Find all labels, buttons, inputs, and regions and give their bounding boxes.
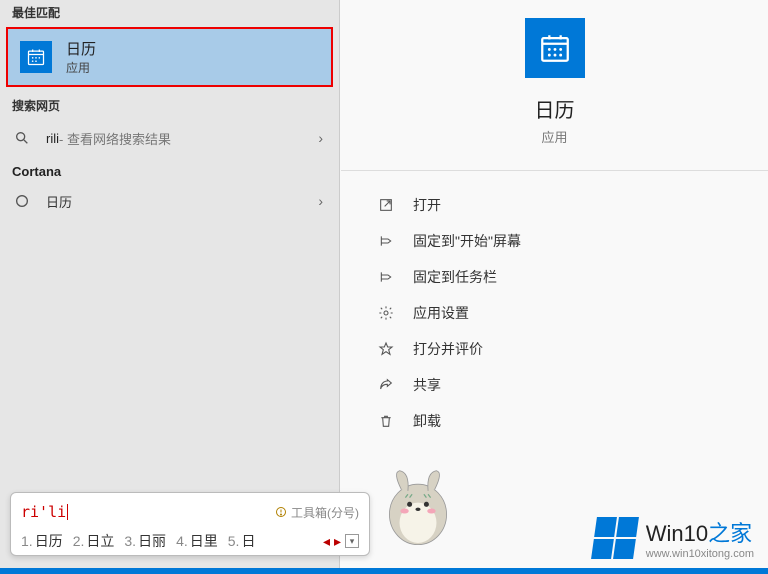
watermark-url: www.win10xitong.com: [646, 548, 754, 560]
action-pin-taskbar[interactable]: 固定到任务栏: [375, 259, 758, 295]
ime-candidate[interactable]: 4.日里: [176, 531, 218, 551]
web-search-header: 搜索网页: [0, 93, 339, 118]
web-search-item[interactable]: rili - 查看网络搜索结果 ›: [0, 118, 339, 158]
action-label: 卸载: [413, 411, 441, 431]
ime-candidate[interactable]: 2.日立: [73, 531, 115, 551]
ime-cursor: [67, 504, 68, 520]
cortana-header: Cortana: [0, 158, 339, 181]
action-label: 打开: [413, 195, 441, 215]
taskbar-edge: [0, 568, 768, 574]
chevron-right-icon: ›: [318, 130, 323, 146]
watermark-brand-a: Win10: [646, 521, 708, 546]
share-icon: [375, 377, 397, 393]
action-label: 固定到任务栏: [413, 267, 497, 287]
ime-next-icon[interactable]: ▸: [334, 533, 341, 550]
action-label: 打分并评价: [413, 339, 483, 359]
action-uninstall[interactable]: 卸载: [375, 403, 758, 439]
ime-prev-icon[interactable]: ◂: [323, 533, 330, 550]
ime-candidate[interactable]: 5.日: [228, 531, 256, 551]
action-pin-start[interactable]: 固定到"开始"屏幕: [375, 223, 758, 259]
ime-candidates: 1.日历 2.日立 3.日丽 4.日里 5.日 ◂ ▸ ▾: [21, 531, 359, 551]
best-match-item[interactable]: 日历 应用: [6, 27, 333, 87]
search-icon: [12, 130, 32, 146]
pin-icon: [375, 269, 397, 285]
action-label: 共享: [413, 375, 441, 395]
cortana-icon: [12, 193, 32, 209]
ime-candidate[interactable]: 3.日丽: [124, 531, 166, 551]
pin-icon: [375, 233, 397, 249]
best-match-text: 日历 应用: [66, 38, 96, 76]
best-match-title: 日历: [66, 38, 96, 59]
best-match-header: 最佳匹配: [0, 0, 339, 25]
web-search-query: rili: [46, 131, 59, 146]
best-match-subtitle: 应用: [66, 59, 96, 76]
cortana-item-label: 日历: [46, 192, 72, 211]
mascot-image: [376, 464, 460, 544]
ime-candidate[interactable]: 1.日历: [21, 531, 63, 551]
calendar-icon: [20, 41, 52, 73]
cortana-item[interactable]: 日历 ›: [0, 181, 339, 221]
windows-logo-icon: [591, 517, 639, 559]
app-hero: 日历 应用: [341, 0, 768, 171]
watermark: Win10之家 www.win10xitong.com: [594, 516, 754, 560]
ime-dropdown-icon[interactable]: ▾: [345, 534, 359, 548]
watermark-brand-b: 之家: [708, 521, 752, 546]
ime-toolbox[interactable]: 工具箱(分号): [275, 504, 359, 521]
action-label: 应用设置: [413, 303, 469, 323]
ime-candidate-bar: ri'li 工具箱(分号) 1.日历 2.日立 3.日丽 4.日里 5.日 ◂ …: [10, 492, 370, 556]
calendar-icon: [525, 18, 585, 78]
gear-icon: [375, 305, 397, 321]
actions-list: 打开 固定到"开始"屏幕 固定到任务栏 应用设置 打分并评价 共享 卸载: [341, 171, 768, 439]
web-search-hint: - 查看网络搜索结果: [59, 129, 171, 148]
app-title: 日历: [535, 94, 575, 123]
action-settings[interactable]: 应用设置: [375, 295, 758, 331]
action-label: 固定到"开始"屏幕: [413, 231, 521, 251]
action-rate[interactable]: 打分并评价: [375, 331, 758, 367]
open-icon: [375, 197, 397, 213]
search-results-panel: 最佳匹配 日历 应用 搜索网页 rili - 查看网络搜索结果 › Cortan…: [0, 0, 340, 574]
star-icon: [375, 341, 397, 357]
action-share[interactable]: 共享: [375, 367, 758, 403]
trash-icon: [375, 413, 397, 429]
ime-input-text: ri'li: [21, 503, 66, 521]
ime-toolbox-label: 工具箱(分号): [291, 504, 359, 521]
chevron-right-icon: ›: [318, 193, 323, 209]
action-open[interactable]: 打开: [375, 187, 758, 223]
app-subtitle: 应用: [541, 127, 567, 146]
